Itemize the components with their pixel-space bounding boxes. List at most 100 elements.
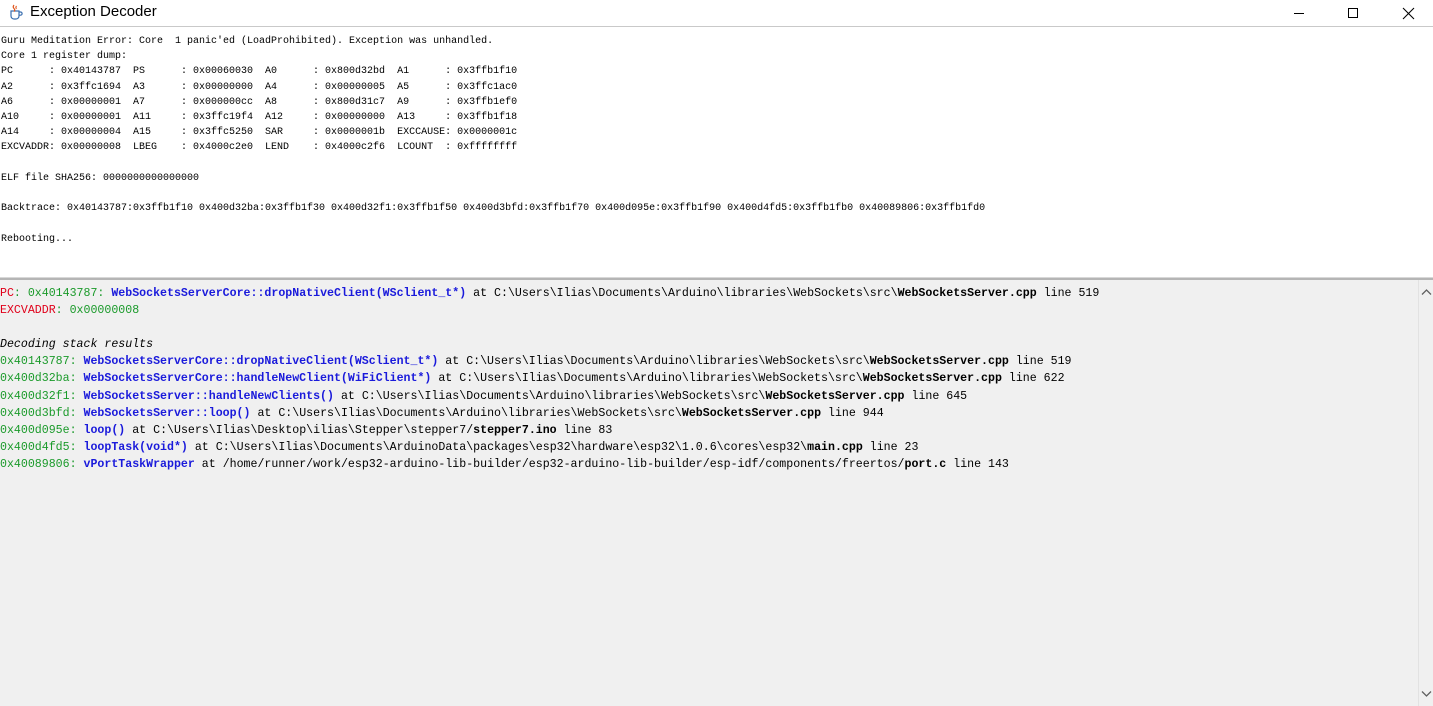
stack-row: 0x400d3bfd: WebSocketsServer::loop() at … — [0, 405, 1418, 422]
excvaddr-address: 0x00000008 — [70, 304, 140, 317]
raw-output-line: Core 1 register dump: — [1, 51, 127, 62]
stack-address: 0x400d4fd5 — [0, 441, 70, 454]
stack-path: C:\Users\Ilias\Desktop\ilias\Stepper\ste… — [153, 424, 473, 437]
raw-output-line: A6 : 0x00000001 A7 : 0x000000cc A8 : 0x8… — [1, 97, 517, 108]
stack-at: at — [438, 372, 452, 385]
stack-space — [188, 441, 195, 454]
stack-line-number: line 143 — [953, 458, 1009, 471]
stack-row: 0x400d4fd5: loopTask(void*) at C:\Users\… — [0, 439, 1418, 456]
stack-address: 0x400d095e — [0, 424, 70, 437]
stack-path: C:\Users\Ilias\Documents\Arduino\librari… — [466, 355, 870, 368]
stack-address: 0x400d3bfd — [0, 407, 70, 420]
stack-line-number: line 519 — [1016, 355, 1072, 368]
stack-address: 0x400d32f1 — [0, 390, 70, 403]
stack-colon: : — [70, 424, 84, 437]
stack-title: Decoding stack results — [0, 336, 1418, 353]
pc-at: at — [473, 287, 487, 300]
maximize-button[interactable] — [1330, 0, 1376, 26]
stack-function: WebSocketsServer::handleNewClients() — [84, 390, 334, 403]
stack-at: at — [202, 458, 216, 471]
stack-colon: : — [70, 407, 84, 420]
stack-space — [863, 441, 870, 454]
stack-colon: : — [70, 458, 84, 471]
window-title: Exception Decoder — [30, 3, 157, 21]
chevron-up-icon[interactable] — [1421, 283, 1432, 301]
stack-file: WebSocketsServer.cpp — [765, 390, 904, 403]
pc-line-number: line 519 — [1044, 287, 1100, 300]
stack-path: C:\Users\Ilias\Documents\Arduino\librari… — [362, 390, 766, 403]
java-coffee-icon — [7, 3, 25, 21]
stack-space — [355, 390, 362, 403]
stack-path: C:\Users\Ilias\Documents\Arduino\librari… — [459, 372, 863, 385]
stack-space — [821, 407, 828, 420]
raw-output-line: A2 : 0x3ffc1694 A3 : 0x00000000 A4 : 0x0… — [1, 82, 517, 93]
raw-output-line: A14 : 0x00000004 A15 : 0x3ffc5250 SAR : … — [1, 127, 517, 138]
stack-row: 0x40143787: WebSocketsServerCore::dropNa… — [0, 353, 1418, 370]
stack-colon: : — [70, 390, 84, 403]
stack-file: main.cpp — [807, 441, 863, 454]
pc-label: PC — [0, 287, 14, 300]
stack-line-number: line 23 — [870, 441, 919, 454]
stack-line-number: line 622 — [1009, 372, 1065, 385]
stack-row: 0x400d095e: loop() at C:\Users\Ilias\Des… — [0, 422, 1418, 439]
stack-file: WebSocketsServer.cpp — [682, 407, 821, 420]
stack-row: 0x400d32f1: WebSocketsServer::handleNewC… — [0, 388, 1418, 405]
decoded-pc-line: PC: 0x40143787: WebSocketsServerCore::dr… — [0, 285, 1418, 302]
stack-file: port.c — [905, 458, 947, 471]
raw-output-line: Guru Meditation Error: Core 1 panic'ed (… — [1, 36, 493, 47]
stack-function: WebSocketsServer::loop() — [84, 407, 251, 420]
stack-space — [334, 390, 341, 403]
pc-colon: : — [97, 287, 111, 300]
stack-function: vPortTaskWrapper — [84, 458, 195, 471]
stack-at: at — [195, 441, 209, 454]
stack-function: WebSocketsServerCore::handleNewClient(Wi… — [84, 372, 432, 385]
stack-function: loop() — [84, 424, 126, 437]
stack-address: 0x400d32ba — [0, 372, 70, 385]
raw-output-line: A10 : 0x00000001 A11 : 0x3ffc19f4 A12 : … — [1, 112, 517, 123]
raw-output-text: Guru Meditation Error: Core 1 panic'ed (… — [0, 27, 1433, 247]
decoded-excvaddr-line: EXCVADDR: 0x00000008 — [0, 302, 1418, 319]
close-button[interactable] — [1385, 0, 1431, 26]
stack-row: 0x40089806: vPortTaskWrapper at /home/ru… — [0, 456, 1418, 473]
stack-address: 0x40089806 — [0, 458, 70, 471]
decoded-output-panel[interactable]: PC: 0x40143787: WebSocketsServerCore::dr… — [0, 280, 1418, 706]
stack-at: at — [132, 424, 146, 437]
raw-output-textarea[interactable]: Guru Meditation Error: Core 1 panic'ed (… — [0, 27, 1433, 277]
stack-file: WebSocketsServer.cpp — [863, 372, 1002, 385]
chevron-down-icon[interactable] — [1421, 685, 1432, 703]
stack-space — [1002, 372, 1009, 385]
title-bar[interactable]: Exception Decoder — [0, 0, 1433, 27]
stack-line-number: line 83 — [564, 424, 613, 437]
stack-path: C:\Users\Ilias\Documents\ArduinoData\pac… — [216, 441, 807, 454]
stack-file: WebSocketsServer.cpp — [870, 355, 1009, 368]
stack-space — [557, 424, 564, 437]
maximize-icon — [1347, 7, 1359, 19]
stack-at: at — [445, 355, 459, 368]
raw-output-line: PC : 0x40143787 PS : 0x00060030 A0 : 0x8… — [1, 66, 517, 77]
pc-path: C:\Users\Ilias\Documents\Arduino\librari… — [494, 287, 898, 300]
stack-function: WebSocketsServerCore::dropNativeClient(W… — [84, 355, 439, 368]
stack-row: 0x400d32ba: WebSocketsServerCore::handle… — [0, 370, 1418, 387]
raw-output-line: ELF file SHA256: 0000000000000000 — [1, 173, 199, 184]
excvaddr-label: EXCVADDR — [0, 304, 56, 317]
pc-file: WebSocketsServer.cpp — [898, 287, 1037, 300]
stack-colon: : — [70, 441, 84, 454]
stack-line-number: line 645 — [911, 390, 967, 403]
stack-results-list: 0x40143787: WebSocketsServerCore::dropNa… — [0, 353, 1418, 473]
stack-space — [195, 458, 202, 471]
minimize-button[interactable] — [1276, 0, 1322, 26]
stack-space — [216, 458, 223, 471]
raw-output-line: Rebooting... — [1, 234, 73, 245]
minimize-icon — [1293, 7, 1305, 19]
stack-space — [209, 441, 216, 454]
excvaddr-separator: : — [56, 304, 70, 317]
stack-colon: : — [70, 372, 84, 385]
stack-space — [1009, 355, 1016, 368]
stack-path: /home/runner/work/esp32-arduino-lib-buil… — [223, 458, 905, 471]
pc-address: 0x40143787 — [28, 287, 98, 300]
stack-line-number: line 944 — [828, 407, 884, 420]
vertical-scrollbar[interactable] — [1418, 280, 1433, 706]
stack-at: at — [341, 390, 355, 403]
pc-separator: : — [14, 287, 28, 300]
pc-function: WebSocketsServerCore::dropNativeClient(W… — [111, 287, 466, 300]
